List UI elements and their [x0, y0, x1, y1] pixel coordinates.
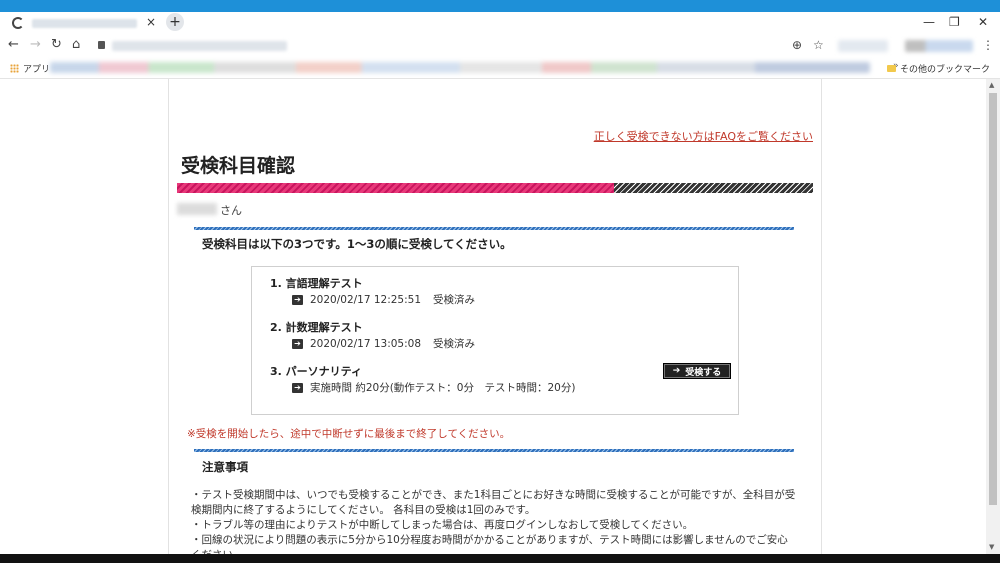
progress-stripe-done — [177, 183, 614, 193]
user-suffix: さん — [220, 204, 242, 217]
page-title: 受検科目確認 — [181, 155, 296, 177]
home-icon[interactable]: ⌂ — [72, 37, 80, 52]
progress-stripe-remaining — [614, 183, 813, 193]
window-top-strip — [0, 0, 1000, 12]
warning-text: ※受検を開始したら、途中で中断せずに最後まで終了してください。 — [187, 428, 511, 440]
other-bookmarks[interactable]: その他のブックマーク — [886, 62, 990, 75]
subject-timestamp: 2020/02/17 13:05:08 — [310, 337, 422, 350]
subject-detail: ➔ 実施時間 約20分(動作テスト：0分 テスト時間：20分) — [292, 380, 575, 395]
close-window-icon[interactable]: ✕ — [978, 15, 988, 29]
profile-redacted[interactable] — [905, 40, 973, 52]
subject-status: 受検済み — [433, 338, 476, 350]
user-name-redacted — [177, 203, 217, 215]
content-panel: 正しく受検できない方はFAQをご覧ください 受検科目確認 さん 受検科目は以下の… — [168, 79, 822, 561]
extensions-redacted[interactable] — [838, 40, 888, 52]
browser-toolbar: ← → ↻ ⌂ ⊕ ☆ ⋮ — [0, 34, 1000, 58]
zoom-icon[interactable]: ⊕ — [792, 38, 802, 52]
minimize-icon[interactable]: — — [923, 15, 935, 29]
note-line: ・テスト受検期間中は、いつでも受検することができ、また1科目ごとにお好きな時間に… — [191, 489, 796, 501]
progress-stripe — [177, 183, 813, 193]
reload-icon[interactable]: ↻ — [51, 37, 62, 52]
scroll-thumb[interactable] — [989, 93, 997, 505]
back-icon[interactable]: ← — [8, 37, 19, 52]
browser-tab[interactable]: × — [6, 12, 158, 34]
subject-name: 2. 計数理解テスト — [270, 321, 363, 334]
start-exam-button[interactable]: ➔ 受検する — [663, 363, 731, 379]
bookmarks-bar: アプリ » その他のブックマーク — [0, 58, 1000, 79]
scroll-up-icon[interactable]: ▲ — [989, 81, 994, 89]
address-bar-redacted[interactable] — [112, 41, 287, 51]
notes-list: ・テスト受検期間中は、いつでも受検することができ、また1科目ごとにお好きな時間に… — [191, 488, 811, 563]
arrow-right-icon: ➔ — [292, 382, 303, 393]
note-line: 検期間内に終了するようにしてください。 各科目の受検は1回のみです。 — [191, 504, 536, 516]
forward-icon[interactable]: → — [30, 37, 41, 52]
menu-icon[interactable]: ⋮ — [982, 38, 994, 52]
tab-bar: × + — ❐ ✕ — [0, 12, 1000, 34]
subject-detail: ➔ 2020/02/17 12:25:51 受検済み — [292, 292, 475, 307]
subject-duration: 実施時間 約20分(動作テスト：0分 テスト時間：20分) — [310, 382, 576, 394]
subject-name: 3. パーソナリティ — [270, 365, 363, 378]
bookmarks-redacted[interactable] — [50, 62, 870, 73]
bottom-bar — [0, 554, 1000, 563]
section-rule — [194, 227, 794, 230]
other-bookmarks-label: その他のブックマーク — [899, 65, 990, 75]
note-line: ・トラブル等の理由によりテストが中断してしまった場合は、再度ログインしなおして受… — [191, 519, 694, 531]
new-tab-button[interactable]: + — [166, 13, 184, 31]
section-rule — [194, 449, 794, 452]
notes-heading: 注意事項 — [202, 460, 248, 474]
subject-status: 受検済み — [433, 294, 476, 306]
faq-link[interactable]: 正しく受検できない方はFAQをご覧ください — [594, 128, 813, 144]
bookmark-star-icon[interactable]: ☆ — [813, 38, 824, 52]
vertical-scrollbar[interactable]: ▲ ▼ — [986, 79, 1000, 554]
lock-icon[interactable] — [98, 41, 105, 49]
arrow-right-icon: ➔ — [672, 366, 681, 376]
apps-label: アプリ — [23, 65, 51, 75]
apps-shortcut[interactable]: アプリ — [10, 62, 50, 75]
arrow-right-icon: ➔ — [292, 338, 303, 349]
subject-name: 1. 言語理解テスト — [270, 277, 363, 290]
scroll-down-icon[interactable]: ▼ — [989, 543, 994, 551]
loading-icon — [12, 17, 24, 29]
intro-text: 受検科目は以下の3つです。1～3の順に受検してください。 — [202, 237, 512, 251]
page-viewport: 正しく受検できない方はFAQをご覧ください 受検科目確認 さん 受検科目は以下の… — [0, 79, 1000, 561]
restore-icon[interactable]: ❐ — [949, 15, 960, 29]
apps-grid-icon — [10, 64, 19, 73]
subject-timestamp: 2020/02/17 12:25:51 — [310, 293, 422, 306]
arrow-right-icon: ➔ — [292, 294, 303, 305]
folder-icon — [886, 65, 896, 72]
subjects-box: 1. 言語理解テスト ➔ 2020/02/17 12:25:51 受検済み 2.… — [251, 266, 739, 415]
tab-close-icon[interactable]: × — [146, 15, 156, 29]
tab-title-redacted — [32, 18, 137, 28]
subject-detail: ➔ 2020/02/17 13:05:08 受検済み — [292, 336, 475, 351]
start-exam-label: 受検する — [685, 367, 722, 378]
note-line: ・回線の状況により問題の表示に5分から10分程度お時間がかかることがありますが、… — [191, 534, 788, 546]
